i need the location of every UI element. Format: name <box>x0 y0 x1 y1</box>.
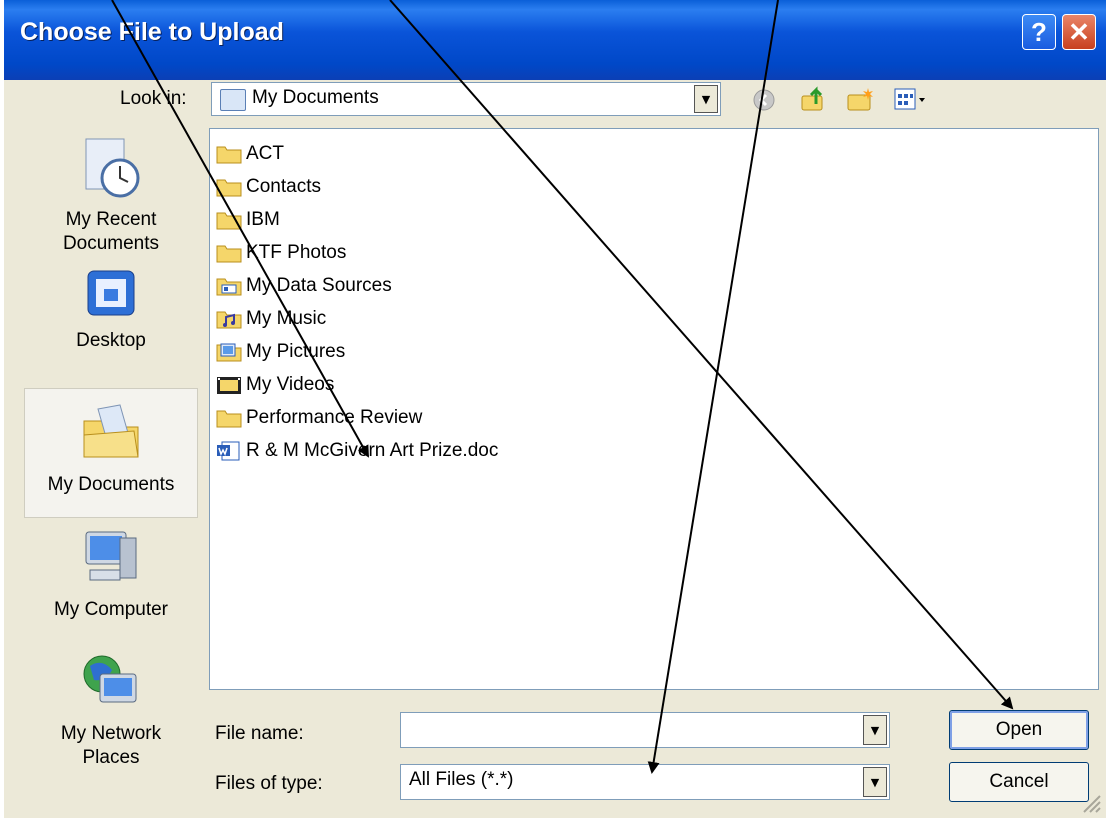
file-name-label: File name: <box>215 723 304 744</box>
videos-folder-icon <box>217 377 241 394</box>
place-label: My Recent <box>65 209 157 230</box>
places-bar: My Recent Documents Desktop My Documents <box>24 120 198 810</box>
my-computer-icon <box>85 531 137 581</box>
up-folder-icon[interactable] <box>800 84 828 114</box>
place-my-network-places[interactable]: My Network Places <box>24 648 198 788</box>
file-name-combo[interactable]: ▼ <box>400 712 890 748</box>
cancel-button[interactable]: Cancel <box>949 762 1089 802</box>
file-name: Contacts <box>246 176 321 197</box>
close-button[interactable]: ✕ <box>1062 14 1096 50</box>
place-my-computer[interactable]: My Computer <box>24 524 198 634</box>
title-bar[interactable]: Choose File to Upload ? ✕ <box>4 0 1106 80</box>
file-list[interactable]: ACT Contacts IBM KTF Photos My Data Sour… <box>209 128 1099 690</box>
place-my-recent-documents[interactable]: My Recent Documents <box>24 132 198 262</box>
files-of-type-dropdown-button[interactable]: ▼ <box>863 767 887 797</box>
file-dialog: Choose File to Upload ? ✕ Look in: My Do… <box>4 0 1106 818</box>
open-button[interactable]: Open <box>949 710 1089 750</box>
place-desktop[interactable]: Desktop <box>24 265 198 365</box>
new-folder-icon[interactable] <box>846 86 876 114</box>
pictures-folder-icon <box>216 343 242 362</box>
data-sources-folder-icon <box>216 278 242 296</box>
file-name: Performance Review <box>246 407 423 428</box>
dialog-title: Choose File to Upload <box>20 18 284 46</box>
list-item[interactable]: My Videos <box>216 370 334 400</box>
back-icon[interactable] <box>752 88 776 112</box>
network-places-icon <box>83 655 137 703</box>
list-item[interactable]: KTF Photos <box>216 238 346 268</box>
folder-icon <box>216 410 242 428</box>
files-of-type-value: All Files (*.*) <box>409 769 514 790</box>
list-item[interactable]: My Data Sources <box>216 271 392 301</box>
look-in-label: Look in: <box>120 88 187 109</box>
resize-grip-icon[interactable] <box>1080 792 1102 814</box>
place-label: Documents <box>62 233 160 254</box>
music-folder-icon <box>216 311 242 329</box>
folder-icon <box>216 245 242 263</box>
list-item[interactable]: Performance Review <box>216 403 422 433</box>
file-name: My Music <box>246 308 327 329</box>
my-documents-small-icon <box>220 89 246 111</box>
look-in-combo[interactable]: My Documents ▼ <box>211 82 721 116</box>
look-in-dropdown-button[interactable]: ▼ <box>694 85 718 113</box>
folder-icon <box>216 146 242 164</box>
word-document-icon <box>217 441 240 461</box>
file-name: KTF Photos <box>246 242 347 263</box>
desktop-icon <box>87 270 135 316</box>
file-name: ACT <box>246 143 284 164</box>
file-name: My Pictures <box>246 341 346 362</box>
view-menu-icon[interactable] <box>894 88 928 112</box>
list-item[interactable]: My Pictures <box>216 337 345 367</box>
place-label: My Network <box>60 723 162 744</box>
list-item[interactable]: R & M McGivern Art Prize.doc <box>216 436 498 466</box>
place-label: Desktop <box>76 330 146 351</box>
file-name: R & M McGivern Art Prize.doc <box>246 440 499 461</box>
folder-icon <box>216 179 242 197</box>
recent-documents-icon <box>85 138 140 198</box>
list-item[interactable]: My Music <box>216 304 326 334</box>
files-of-type-combo[interactable]: All Files (*.*) ▼ <box>400 764 890 800</box>
file-name: My Videos <box>246 374 335 395</box>
place-label: Places <box>82 747 140 768</box>
place-label: My Documents <box>47 474 175 495</box>
list-item[interactable]: ACT <box>216 139 284 169</box>
place-my-documents[interactable]: My Documents <box>24 388 198 518</box>
file-name: IBM <box>246 209 280 230</box>
file-name-dropdown-button[interactable]: ▼ <box>863 715 887 745</box>
place-label: My Computer <box>53 599 169 620</box>
list-item[interactable]: Contacts <box>216 172 321 202</box>
list-item[interactable]: IBM <box>216 205 280 235</box>
my-documents-icon <box>83 404 139 458</box>
help-button[interactable]: ? <box>1022 14 1056 50</box>
files-of-type-label: Files of type: <box>215 773 323 794</box>
look-in-value: My Documents <box>252 87 379 108</box>
file-name: My Data Sources <box>246 275 392 296</box>
folder-icon <box>216 212 242 230</box>
